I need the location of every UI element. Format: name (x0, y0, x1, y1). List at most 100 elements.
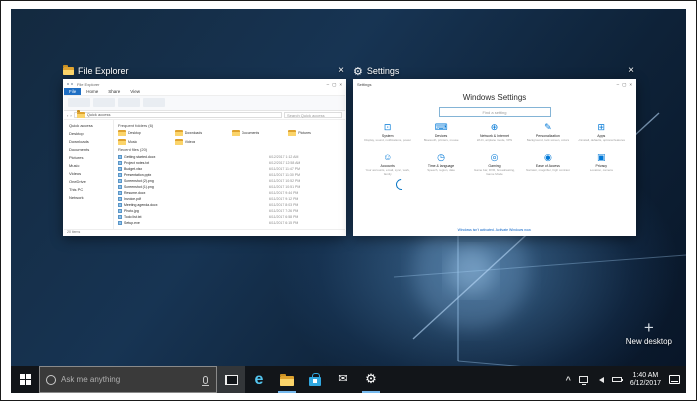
settings-category-icon: ◉ (543, 152, 552, 162)
settings-preview[interactable]: Settings – ▢ × Windows Settings Find a s… (353, 79, 636, 236)
thumbnail-header: ⚙ Settings × (353, 64, 636, 78)
settings-category: ◉ Ease of Access Narrator, magnifier, hi… (526, 152, 570, 172)
taskbar: e ✉ ⚙ ^ 1:40 AM 6/12/2017 (11, 366, 686, 393)
folder-icon (174, 130, 183, 136)
fe-search-box: Search Quick access (284, 112, 342, 118)
fe-nav-item: Videos (69, 171, 82, 176)
settings-window-controls: – ▢ × (617, 82, 632, 87)
windows-settings-heading: Windows Settings (462, 93, 527, 102)
taskview-thumbnail-settings[interactable]: ⚙ Settings × Settings – ▢ × Windows Sett… (353, 64, 636, 236)
file-explorer-icon (280, 373, 294, 386)
fe-nav-item: Documents (69, 147, 90, 152)
file-explorer-preview[interactable]: File Explorer – ▢ × File Home Share View (63, 79, 346, 236)
file-icon (118, 209, 122, 213)
file-icon (118, 173, 122, 177)
settings-category-icon: ◎ (490, 152, 499, 162)
action-center-icon[interactable] (669, 375, 680, 384)
settings-category: ☺ Accounts Your accounts, email, sync, w… (365, 152, 410, 176)
taskbar-file-explorer-button[interactable] (273, 366, 301, 393)
folder-icon (288, 130, 297, 136)
fe-content-pane: Frequent folders (6) Desktop Downloads D… (114, 120, 345, 229)
minimize-icon: – (326, 81, 330, 87)
store-flag-icon (313, 379, 317, 383)
fe-nav-item: Desktop (69, 131, 84, 136)
windows-logo-icon (19, 374, 31, 385)
tray-overflow-chevron[interactable]: ^ (566, 375, 571, 385)
fe-nav-item: Quick access (69, 123, 93, 128)
file-icon (118, 221, 122, 225)
settings-category-grid: ⊡ System Display, sound, notifications, … (354, 120, 635, 177)
fe-window-caption: File Explorer (77, 81, 100, 87)
microphone-icon[interactable] (202, 375, 209, 386)
taskview-thumbnail-file-explorer[interactable]: File Explorer × File Explorer – ▢ × File (63, 64, 346, 236)
settings-category-icon: ⊞ (597, 122, 606, 132)
new-desktop-button[interactable]: + New desktop (626, 319, 672, 346)
plus-icon: + (643, 318, 654, 337)
file-icon (118, 179, 122, 183)
battery-icon[interactable] (611, 377, 623, 382)
file-icon (118, 161, 122, 165)
settings-category: ◷ Time & language Speech, region, date (427, 152, 455, 172)
desktop: File Explorer × File Explorer – ▢ × File (11, 9, 686, 393)
fe-nav-item: Pictures (69, 155, 84, 160)
fe-status-bar: 20 items (64, 229, 345, 235)
fe-nav-pane: Quick access Desktop Downloads Documents Pic… (64, 120, 114, 229)
quick-access-toolbar-icon (67, 83, 69, 85)
ribbon-group (118, 98, 140, 107)
gear-icon: ⚙ (365, 372, 377, 387)
settings-search-box: Find a setting (438, 107, 551, 117)
task-view-button[interactable] (217, 366, 245, 393)
network-icon[interactable] (578, 376, 588, 385)
minimize-icon: – (616, 81, 620, 87)
settings-titlebar: Settings – ▢ × (354, 80, 635, 88)
search-input[interactable] (61, 375, 198, 384)
taskbar-mail-button[interactable]: ✉ (329, 366, 357, 393)
taskbar-edge-button[interactable]: e (245, 366, 273, 393)
ribbon-group (93, 98, 115, 107)
settings-category: ⊡ System Display, sound, notifications, … (364, 122, 412, 142)
file-row: Setup.exe 6/11/2017 6:15 PM (118, 220, 341, 226)
start-button[interactable] (11, 366, 39, 393)
maximize-icon: ▢ (622, 81, 627, 87)
thumbnail-title: File Explorer (78, 66, 129, 76)
taskbar-settings-button[interactable]: ⚙ (357, 366, 385, 393)
fe-file-list: Getting started.docx 6/12/2017 1:12 AM P… (118, 154, 341, 226)
settings-category-icon: ⊡ (383, 122, 392, 132)
fe-ribbon-tabs: File Home Share View (64, 88, 345, 96)
folder-tile: Desktop (118, 130, 171, 136)
settings-category: ⌨ Devices Bluetooth, printers, mouse (423, 122, 459, 142)
folder-icon (118, 130, 126, 136)
file-icon (118, 197, 122, 201)
folder-icon (174, 139, 183, 145)
settings-category: ✎ Personalization Background, lock scree… (526, 122, 570, 142)
forward-icon: › (70, 112, 72, 118)
activation-link: Windows isn't activated. Activate Window… (457, 228, 532, 232)
close-settings-button[interactable]: × (626, 66, 636, 76)
ribbon-group (143, 98, 165, 107)
file-icon (118, 155, 122, 159)
fe-nav-item: Network (69, 195, 84, 200)
volume-icon[interactable] (596, 376, 604, 383)
fe-folders-section-label: Frequent folders (6) (118, 123, 154, 128)
file-icon (118, 191, 122, 195)
taskbar-store-button[interactable] (301, 366, 329, 393)
settings-gear-icon: ⚙ (353, 64, 363, 78)
file-icon (118, 167, 122, 171)
back-icon: ‹ (67, 112, 69, 118)
mail-icon: ✉ (338, 373, 348, 385)
taskbar-clock[interactable]: 1:40 AM 6/12/2017 (630, 372, 661, 388)
fe-breadcrumb: Quick access (73, 110, 282, 118)
close-icon: × (629, 81, 632, 87)
fe-window-controls: – ▢ × (327, 82, 342, 87)
settings-category-icon: ⌨ (434, 122, 448, 132)
folder-tile: Videos (174, 139, 228, 145)
file-icon (118, 203, 122, 207)
system-tray: ^ 1:40 AM 6/12/2017 (560, 366, 686, 393)
fe-ribbon-tab: Share (108, 89, 121, 94)
clock-time: 1:40 AM (632, 371, 659, 379)
folder-icon (231, 130, 240, 136)
settings-category-icon: ◷ (437, 152, 446, 162)
close-file-explorer-button[interactable]: × (336, 66, 346, 76)
cortana-search-box[interactable] (39, 366, 217, 393)
quick-access-toolbar-icon (71, 83, 73, 85)
